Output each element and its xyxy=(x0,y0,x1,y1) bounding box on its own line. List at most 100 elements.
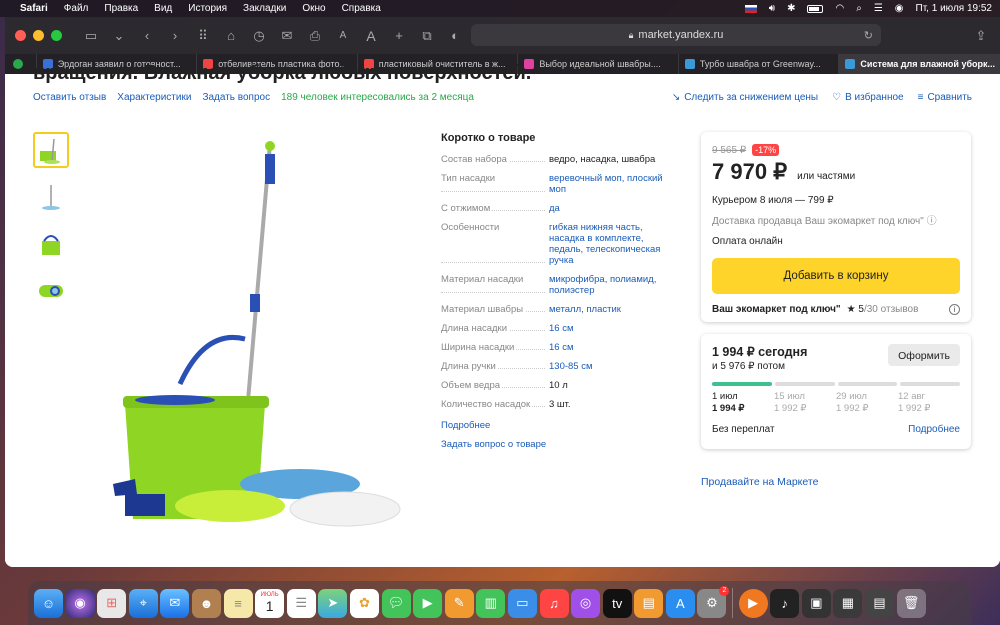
forward-icon[interactable]: › xyxy=(166,28,184,43)
siri-icon[interactable]: ◉ xyxy=(895,3,904,14)
maps-icon[interactable]: ➤ xyxy=(318,588,348,618)
compare-button[interactable]: ≡ Сравнить xyxy=(918,92,972,103)
downloads-stack-icon[interactable]: ▤ xyxy=(865,588,895,618)
spec-value-link[interactable]: 16 см xyxy=(549,342,671,353)
battery-icon[interactable] xyxy=(807,4,824,13)
spec-value-link[interactable]: микрофибра, полиамид, полиэстер xyxy=(549,274,671,296)
address-bar[interactable]: 🔒︎ market.yandex.ru ↻ xyxy=(471,24,881,46)
thumbnail-2[interactable] xyxy=(33,179,69,215)
spec-value-link[interactable]: да xyxy=(549,203,671,214)
wifi-icon[interactable]: ◠ xyxy=(835,3,844,14)
specs-more-link[interactable]: Подробнее xyxy=(441,420,671,431)
split-more-link[interactable]: Подробнее xyxy=(908,424,960,435)
launchpad-icon[interactable]: ⊞ xyxy=(97,588,127,618)
screenshot-window-icon[interactable]: ▦ xyxy=(833,588,863,618)
input-source-flag-icon[interactable] xyxy=(744,4,757,13)
checkout-button[interactable]: Оформить xyxy=(888,344,960,366)
notes-icon[interactable]: ≡ xyxy=(223,588,253,618)
grid-icon[interactable]: ⠿ xyxy=(194,28,212,44)
menu-file[interactable]: Файл xyxy=(64,3,89,14)
menu-bookmarks[interactable]: Закладки xyxy=(243,3,286,14)
print-icon[interactable]: ⎙ xyxy=(306,28,324,44)
spec-value-link[interactable]: 16 см xyxy=(549,323,671,334)
facetime-icon[interactable]: ▶ xyxy=(413,588,443,618)
tab-pinned[interactable] xyxy=(5,54,37,74)
audio-app-icon[interactable]: ♪ xyxy=(770,588,800,618)
bluetooth-icon[interactable]: ✱ xyxy=(787,3,795,14)
keynote-icon[interactable]: ▭ xyxy=(507,588,537,618)
add-to-cart-button[interactable]: Добавить в корзину xyxy=(712,258,960,294)
app-store-icon[interactable]: A xyxy=(665,588,695,618)
tab-6-active[interactable]: Система для влажной уборк... xyxy=(839,54,1000,74)
reminders-icon[interactable]: ☰ xyxy=(286,588,316,618)
podcasts-icon[interactable]: ◎ xyxy=(571,588,601,618)
close-window-button[interactable] xyxy=(15,30,26,41)
mail-app-icon[interactable]: ✉ xyxy=(160,588,190,618)
control-center-icon[interactable]: ☰ xyxy=(874,3,883,14)
ask-about-product-link[interactable]: Задать вопрос о товаре xyxy=(441,439,671,450)
photos-icon[interactable]: ✿ xyxy=(349,588,379,618)
numbers-icon[interactable]: ▥ xyxy=(476,588,506,618)
text-smaller-icon[interactable]: A xyxy=(334,30,352,41)
seller-info-icon[interactable]: i xyxy=(949,304,960,315)
spec-key: Особенности xyxy=(441,222,502,233)
mail-icon[interactable]: ✉ xyxy=(278,28,296,44)
messages-icon[interactable]: 💬︎ xyxy=(381,588,411,618)
tab-4[interactable]: Выбор идеальной швабры.... xyxy=(518,54,679,74)
specs-link[interactable]: Характеристики xyxy=(117,92,191,103)
zoom-window-button[interactable] xyxy=(51,30,62,41)
seller-name[interactable]: Ваш экомаркет под ключ" xyxy=(712,304,841,315)
trash-icon[interactable]: 🗑︎ xyxy=(896,588,926,618)
menu-window[interactable]: Окно xyxy=(302,3,325,14)
text-larger-icon[interactable]: A xyxy=(362,28,380,44)
chevron-down-icon[interactable]: ⌄ xyxy=(110,28,128,44)
menu-app-name[interactable]: Safari xyxy=(20,3,48,14)
thumbnail-3[interactable] xyxy=(33,226,69,262)
back-icon[interactable]: ‹ xyxy=(138,28,156,43)
leave-review-link[interactable]: Оставить отзыв xyxy=(33,92,106,103)
media-player-icon[interactable]: ▶ xyxy=(738,588,768,618)
sidebar-toggle-icon[interactable]: ▭ xyxy=(82,28,100,44)
spotlight-icon[interactable]: ⌕ xyxy=(856,3,862,14)
calendar-icon[interactable]: ИЮЛЬ 1 xyxy=(255,588,285,618)
menu-help[interactable]: Справка xyxy=(342,3,381,14)
seller-rating[interactable]: ★ 5/30 отзывов xyxy=(847,304,919,315)
menu-edit[interactable]: Правка xyxy=(104,3,138,14)
price-watch-button[interactable]: ↘ Следить за снижением цены xyxy=(672,92,818,103)
books-icon[interactable]: ▤ xyxy=(634,588,664,618)
photo-booth-icon[interactable]: ▣ xyxy=(801,588,831,618)
installments-label[interactable]: или частями xyxy=(797,171,855,182)
info-icon[interactable]: ⓘ xyxy=(927,216,937,227)
ask-question-link[interactable]: Задать вопрос xyxy=(202,92,270,103)
favorites-button[interactable]: ♡ В избранное xyxy=(832,92,904,103)
new-tab-plus-icon[interactable]: + xyxy=(390,28,408,43)
menubar-clock[interactable]: Пт, 1 июля 19:52 xyxy=(916,3,992,14)
sell-on-market-link[interactable]: Продавайте на Маркете xyxy=(701,476,818,488)
tab-5[interactable]: Турбо швабра от Greenway... xyxy=(679,54,840,74)
spec-value-link[interactable]: гибкая нижняя часть, насадка в комплекте… xyxy=(549,222,671,266)
thumbnail-1[interactable] xyxy=(33,132,69,168)
volume-icon[interactable]: 🔊︎ xyxy=(769,3,775,14)
finder-icon[interactable]: ☺ xyxy=(34,588,63,618)
menu-view[interactable]: Вид xyxy=(154,3,172,14)
safari-icon[interactable]: ⌖ xyxy=(128,588,158,618)
apple-tv-icon[interactable]: tv xyxy=(602,588,632,618)
shield-icon[interactable]: ◐ xyxy=(446,28,464,43)
music-icon[interactable]: ♫ xyxy=(539,588,569,618)
history-icon[interactable]: ◷ xyxy=(250,28,268,44)
spec-value-link[interactable]: металл, пластик xyxy=(549,304,671,315)
home-icon[interactable]: ⌂ xyxy=(222,28,240,43)
share-icon[interactable]: ⇪ xyxy=(972,28,990,44)
minimize-window-button[interactable] xyxy=(33,30,44,41)
system-preferences-icon[interactable]: ⚙ 2 xyxy=(697,585,730,618)
siri-app-icon[interactable]: ◉ xyxy=(65,588,95,618)
spec-value-link[interactable]: веревочный моп, плоский моп xyxy=(549,173,671,195)
spec-value-link[interactable]: 130-85 см xyxy=(549,361,671,372)
reload-icon[interactable]: ↻ xyxy=(864,29,873,42)
menu-history[interactable]: История xyxy=(188,3,227,14)
thumbnail-4[interactable] xyxy=(33,273,69,309)
extensions-icon[interactable]: ⧉ xyxy=(418,28,436,44)
pages-icon[interactable]: ✎ xyxy=(444,588,474,618)
product-photo[interactable] xyxy=(105,134,405,529)
contacts-icon[interactable]: ☻ xyxy=(191,588,221,618)
